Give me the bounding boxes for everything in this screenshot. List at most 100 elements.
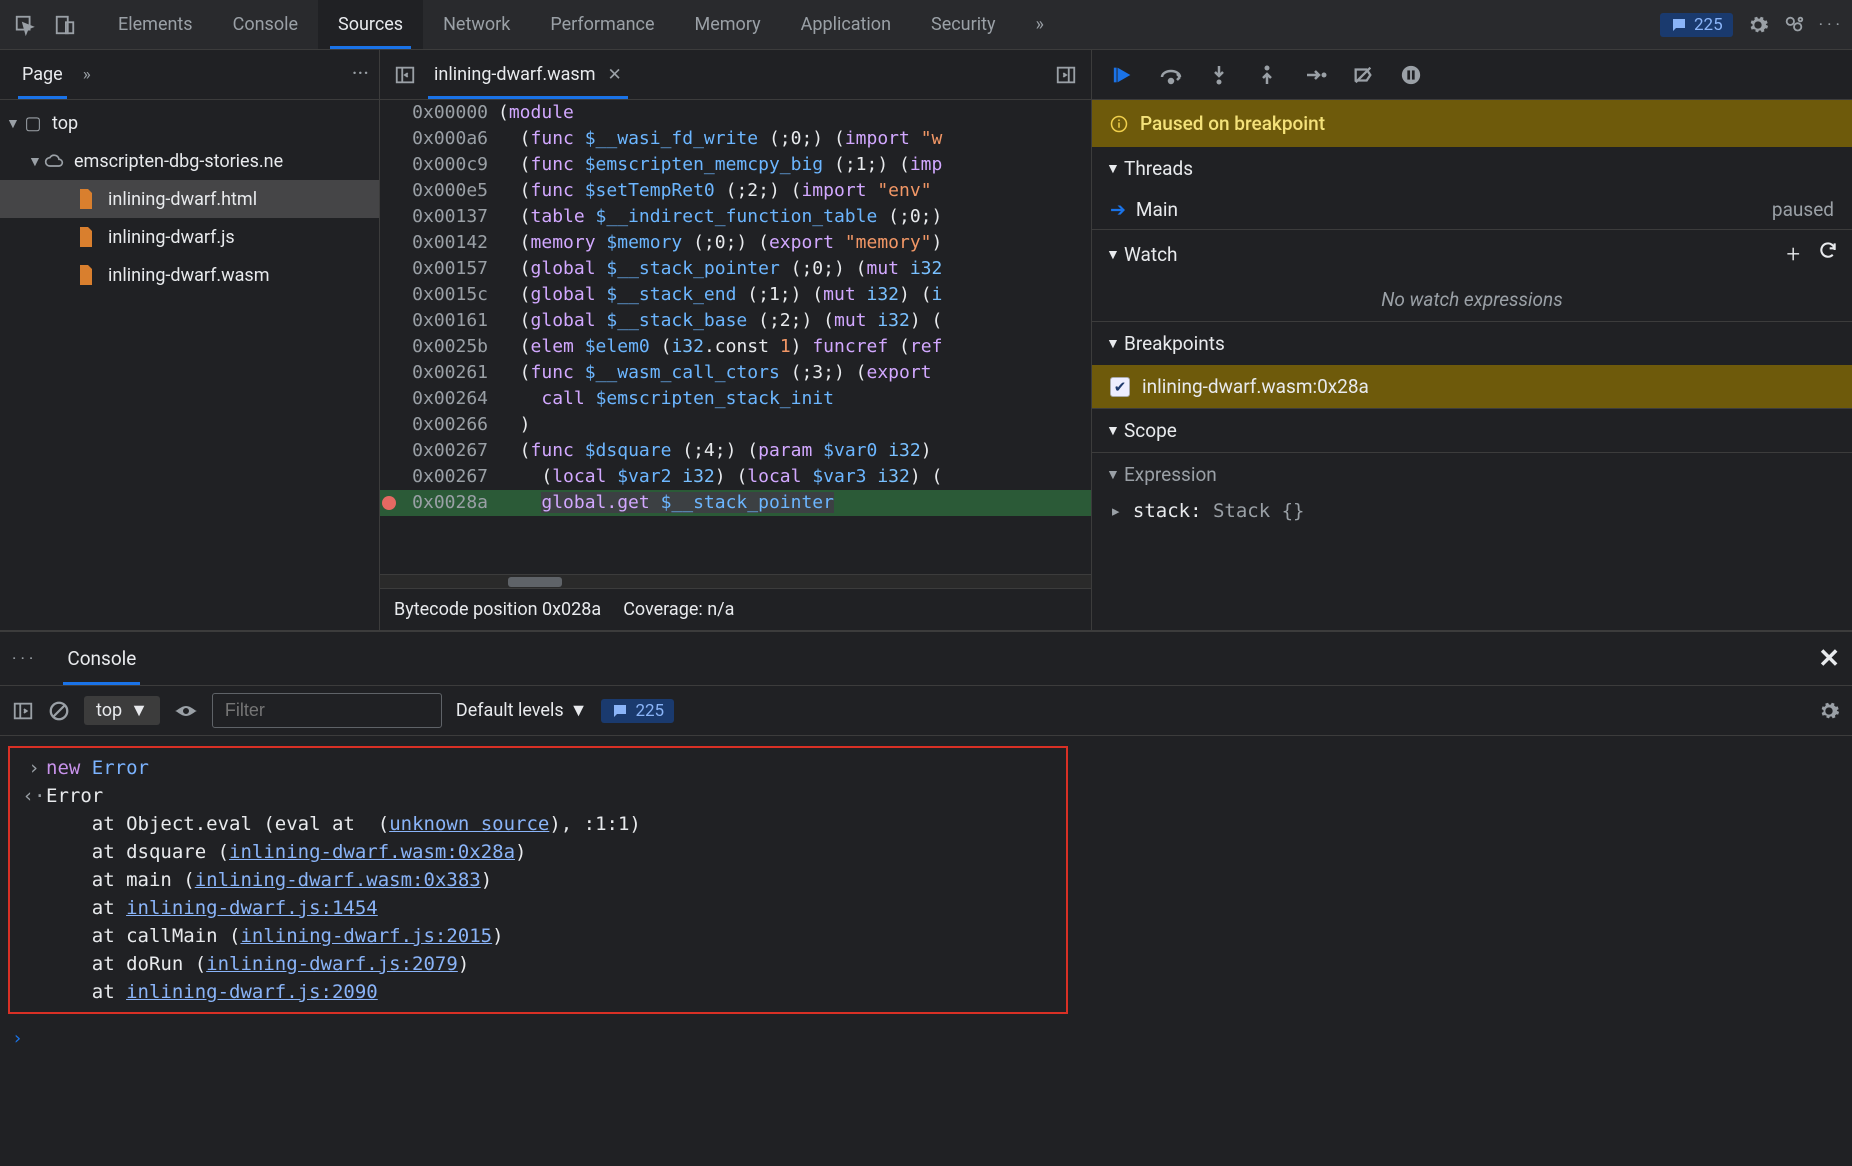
- output-marker-icon: ‹·: [22, 783, 46, 809]
- issues-count: 225: [635, 701, 664, 721]
- step-over-icon[interactable]: [1158, 62, 1184, 88]
- stack-frame[interactable]: at dsquare (inlining-dwarf.wasm:0x28a): [14, 838, 1062, 866]
- horizontal-scrollbar[interactable]: [380, 574, 1091, 588]
- thread-name: Main: [1136, 198, 1178, 221]
- thread-main[interactable]: ➔ Main paused: [1092, 190, 1852, 229]
- close-drawer-icon[interactable]: ✕: [1818, 644, 1840, 674]
- pause-exceptions-icon[interactable]: [1398, 62, 1424, 88]
- console-drawer: ··· Console ✕ top ▼ Default levels ▼ 225: [0, 630, 1852, 1166]
- document-icon: [78, 265, 100, 285]
- step-into-icon[interactable]: [1206, 62, 1232, 88]
- caret-down-icon: ▼: [1106, 335, 1124, 352]
- navigator-tab-page[interactable]: Page: [10, 50, 75, 99]
- log-level-selector[interactable]: Default levels ▼: [456, 700, 588, 721]
- tree-origin[interactable]: ▼ emscripten-dbg-stories.ne: [0, 142, 379, 180]
- caret-down-icon: ▼: [6, 115, 22, 132]
- tree-file-html[interactable]: inlining-dwarf.html: [0, 180, 379, 218]
- tab-application[interactable]: Application: [781, 0, 911, 49]
- section-scope[interactable]: ▼ Scope: [1092, 409, 1852, 452]
- experiments-icon[interactable]: [1783, 14, 1805, 36]
- context-selector[interactable]: top ▼: [84, 696, 160, 725]
- chat-icon: [1670, 16, 1688, 34]
- navigator-kebab-icon[interactable]: ···: [352, 62, 369, 87]
- code-editor[interactable]: 0x00000(module0x000a6 (func $__wasi_fd_w…: [380, 100, 1091, 574]
- toggle-navigator-icon[interactable]: [390, 64, 420, 86]
- inspect-element-icon[interactable]: [8, 8, 42, 42]
- thread-status: paused: [1772, 198, 1834, 221]
- checkbox-checked-icon[interactable]: ✔: [1110, 377, 1130, 397]
- toggle-sidebar-icon[interactable]: [12, 700, 34, 722]
- section-breakpoints[interactable]: ▼ Breakpoints: [1092, 322, 1852, 365]
- breakpoint-item[interactable]: ✔ inlining-dwarf.wasm:0x28a: [1092, 365, 1852, 408]
- caret-down-icon: ▼: [28, 153, 44, 170]
- stack-frame[interactable]: at main (inlining-dwarf.wasm:0x383): [14, 866, 1062, 894]
- step-out-icon[interactable]: [1254, 62, 1280, 88]
- section-title: Breakpoints: [1124, 332, 1225, 355]
- cloud-icon: [44, 154, 66, 168]
- deactivate-breakpoints-icon[interactable]: [1350, 62, 1376, 88]
- stack-frame[interactable]: at Object.eval (eval at (unknown source)…: [14, 810, 1062, 838]
- editor-file-tab[interactable]: inlining-dwarf.wasm ✕: [420, 50, 636, 99]
- section-title: Watch: [1124, 243, 1178, 266]
- caret-down-icon: ▼: [1106, 246, 1124, 263]
- section-expression[interactable]: ▼ Expression: [1092, 453, 1852, 496]
- refresh-icon[interactable]: [1818, 240, 1838, 268]
- step-icon[interactable]: [1302, 62, 1328, 88]
- main-tabs: Elements Console Sources Network Perform…: [98, 0, 1064, 49]
- chat-icon: [611, 702, 629, 720]
- navigator-pane: Page » ··· ▼ ▢ top ▼ emscripten-dbg-stor…: [0, 50, 380, 630]
- resume-icon[interactable]: [1110, 62, 1136, 88]
- tab-security[interactable]: Security: [911, 0, 1015, 49]
- tab-performance[interactable]: Performance: [530, 0, 674, 49]
- issues-badge[interactable]: 225: [1660, 13, 1733, 37]
- sources-panel: Page » ··· ▼ ▢ top ▼ emscripten-dbg-stor…: [0, 50, 1852, 630]
- console-output-line[interactable]: ‹· Error: [14, 782, 1062, 810]
- tree-label: inlining-dwarf.html: [108, 189, 257, 210]
- caret-down-icon: ▼: [570, 700, 588, 721]
- tree-frame-top[interactable]: ▼ ▢ top: [0, 104, 379, 142]
- stack-frame[interactable]: at callMain (inlining-dwarf.js:2015): [14, 922, 1062, 950]
- section-watch[interactable]: ▼ Watch +: [1092, 230, 1852, 278]
- caret-down-icon: ▼: [1106, 466, 1124, 483]
- watch-empty-text: No watch expressions: [1092, 278, 1852, 321]
- drawer-kebab-icon[interactable]: ···: [12, 649, 37, 669]
- info-icon: [1110, 115, 1128, 133]
- tree-file-js[interactable]: inlining-dwarf.js: [0, 218, 379, 256]
- add-watch-icon[interactable]: +: [1786, 240, 1800, 268]
- console-input-line: › new Error: [14, 754, 1062, 782]
- tab-elements[interactable]: Elements: [98, 0, 213, 49]
- chevron-double-right-icon[interactable]: »: [83, 65, 91, 85]
- drawer-tab-console[interactable]: Console: [55, 632, 148, 685]
- tab-sources[interactable]: Sources: [318, 0, 423, 49]
- chevron-double-right-icon: »: [1035, 14, 1043, 35]
- console-filter-input[interactable]: [212, 693, 442, 728]
- tab-console[interactable]: Console: [213, 0, 318, 49]
- stack-frame[interactable]: at inlining-dwarf.js:2090: [14, 978, 1062, 1006]
- kebab-menu-icon[interactable]: ···: [1819, 15, 1844, 35]
- toggle-debugger-icon[interactable]: [1051, 64, 1081, 86]
- console-settings-icon[interactable]: [1818, 700, 1840, 722]
- live-expression-icon[interactable]: [174, 703, 198, 719]
- clear-console-icon[interactable]: [48, 700, 70, 722]
- coverage-status: Coverage: n/a: [623, 599, 734, 620]
- stack-frame[interactable]: at doRun (inlining-dwarf.js:2079): [14, 950, 1062, 978]
- console-prompt[interactable]: ›: [0, 1018, 1852, 1059]
- tree-label: emscripten-dbg-stories.ne: [74, 151, 283, 172]
- section-title: Scope: [1124, 419, 1177, 442]
- stack-frame[interactable]: at inlining-dwarf.js:1454: [14, 894, 1062, 922]
- tab-overflow[interactable]: »: [1015, 0, 1063, 49]
- expression-row[interactable]: ▸ stack: Stack {}: [1092, 496, 1852, 526]
- file-tab-label: inlining-dwarf.wasm: [434, 64, 596, 85]
- paused-message: Paused on breakpoint: [1140, 112, 1325, 135]
- settings-icon[interactable]: [1747, 14, 1769, 36]
- arrow-right-icon: ➔: [1110, 198, 1126, 221]
- tree-file-wasm[interactable]: inlining-dwarf.wasm: [0, 256, 379, 294]
- tab-network[interactable]: Network: [423, 0, 530, 49]
- console-issues-badge[interactable]: 225: [601, 699, 674, 723]
- file-tree: ▼ ▢ top ▼ emscripten-dbg-stories.ne inli…: [0, 100, 379, 294]
- device-toolbar-icon[interactable]: [48, 8, 82, 42]
- tab-memory[interactable]: Memory: [675, 0, 781, 49]
- close-icon[interactable]: ✕: [608, 65, 622, 85]
- section-threads[interactable]: ▼ Threads: [1092, 147, 1852, 190]
- frame-icon: ▢: [22, 113, 44, 134]
